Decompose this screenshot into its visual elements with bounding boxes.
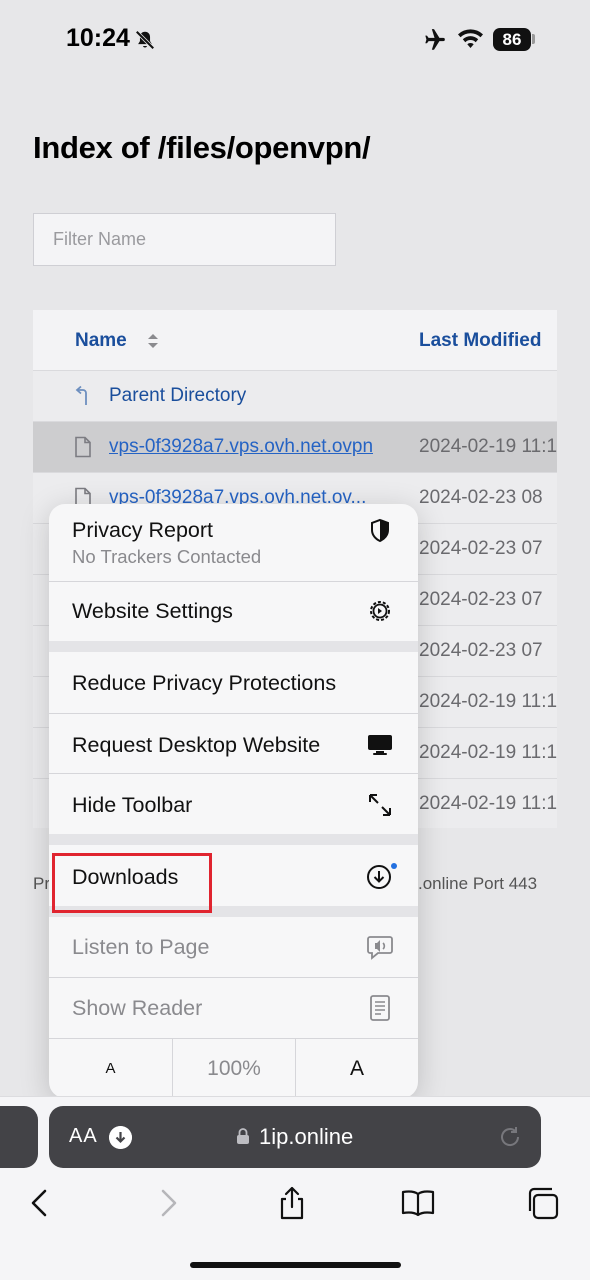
reader-icon [370, 995, 390, 1021]
address-bar[interactable]: AA 1ip.online [49, 1106, 541, 1168]
download-icon [367, 863, 397, 889]
shield-icon [371, 518, 389, 543]
row-date: 2024-02-19 11:1 [419, 436, 557, 457]
page-settings-button[interactable]: AA [69, 1125, 98, 1148]
row-date: 2024-02-19 11:1 [419, 742, 557, 763]
listen-to-page-label: Listen to Page [72, 935, 210, 959]
row-name[interactable]: Parent Directory [109, 385, 246, 407]
page-menu: Privacy Report No Trackers Contacted Web… [49, 504, 418, 1098]
table-header: Name Last Modified [33, 310, 557, 371]
show-reader-label: Show Reader [72, 996, 203, 1020]
battery-tip [532, 34, 535, 44]
row-date: 2024-02-23 08 [419, 487, 543, 508]
status-time: 10:24 [66, 24, 130, 52]
table-row-parent[interactable]: Parent Directory [33, 371, 557, 422]
row-date: 2024-02-23 07 [419, 589, 543, 610]
expand-arrows-icon [369, 794, 391, 816]
back-icon[interactable] [22, 1185, 58, 1221]
table-row[interactable]: vps-0f3928a7.vps.ovh.net.ovpn 2024-02-19… [33, 422, 557, 473]
decrease-font-button[interactable]: A [49, 1039, 172, 1098]
bell-slash-icon [135, 30, 155, 50]
menu-item-website-settings[interactable]: Website Settings [49, 582, 418, 641]
downloads-highlight-box [52, 853, 212, 913]
parent-directory-icon [75, 385, 87, 405]
row-date: 2024-02-19 11:1 [419, 691, 557, 712]
column-name-header[interactable]: Name [75, 330, 127, 352]
website-settings-label: Website Settings [72, 599, 233, 623]
menu-item-listen-to-page[interactable]: Listen to Page [49, 917, 418, 977]
battery-indicator: 86 [493, 28, 531, 51]
speech-bubble-icon [367, 936, 393, 960]
download-badge-icon[interactable] [109, 1126, 132, 1149]
tabs-icon[interactable] [525, 1185, 561, 1221]
footer-text-right: .online Port 443 [418, 874, 538, 893]
wifi-icon [458, 29, 483, 48]
hide-toolbar-label: Hide Toolbar [72, 793, 193, 817]
footer-text-left: Pr [33, 874, 50, 893]
menu-item-reduce-privacy[interactable]: Reduce Privacy Protections [49, 652, 418, 713]
increase-font-button[interactable]: A [296, 1039, 418, 1098]
font-size-controls: A 100% A [49, 1038, 418, 1098]
request-desktop-label: Request Desktop Website [72, 733, 321, 757]
reduce-privacy-label: Reduce Privacy Protections [72, 671, 337, 695]
menu-item-privacy-report[interactable]: Privacy Report No Trackers Contacted [49, 504, 418, 581]
home-indicator [190, 1262, 401, 1268]
column-modified-header[interactable]: Last Modified [419, 330, 541, 352]
page-title: Index of /files/openvpn/ [33, 130, 371, 165]
privacy-report-label: Privacy Report [72, 518, 213, 542]
filter-name-input[interactable] [33, 213, 336, 266]
share-icon[interactable] [274, 1185, 310, 1221]
row-date: 2024-02-23 07 [419, 640, 543, 661]
menu-item-show-reader[interactable]: Show Reader [49, 978, 418, 1038]
status-bar: 10:24 86 [0, 0, 590, 80]
desktop-icon [368, 735, 392, 755]
address-domain[interactable]: 1ip.online [259, 1124, 353, 1150]
menu-item-hide-toolbar[interactable]: Hide Toolbar [49, 774, 418, 834]
privacy-report-subtitle: No Trackers Contacted [72, 546, 262, 567]
bookmarks-icon[interactable] [400, 1185, 436, 1221]
forward-icon[interactable] [150, 1185, 186, 1221]
sort-icon[interactable] [147, 333, 159, 349]
file-icon [75, 436, 91, 458]
gear-icon [370, 601, 390, 621]
reload-icon[interactable] [497, 1124, 523, 1150]
row-date: 2024-02-23 07 [419, 538, 543, 559]
row-name[interactable]: vps-0f3928a7.vps.ovh.net.ovpn [109, 436, 373, 458]
lock-icon [237, 1128, 249, 1144]
airplane-icon [425, 29, 445, 50]
previous-tab-stub[interactable] [0, 1106, 38, 1168]
row-date: 2024-02-19 11:1 [419, 793, 557, 814]
menu-item-request-desktop[interactable]: Request Desktop Website [49, 714, 418, 773]
zoom-level: 100% [207, 1057, 261, 1080]
